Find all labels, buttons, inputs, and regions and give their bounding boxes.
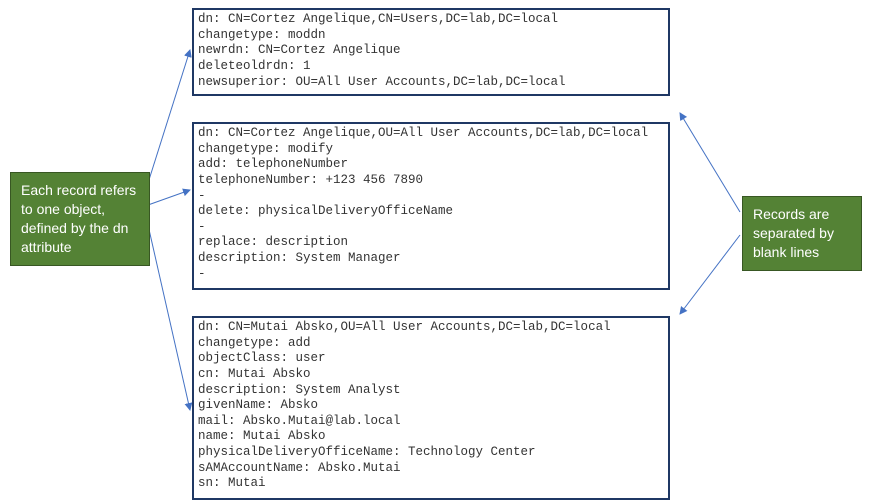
ldif-record-1: dn: CN=Cortez Angelique,CN=Users,DC=lab,… <box>192 8 670 96</box>
ldif-record-2: dn: CN=Cortez Angelique,OU=All User Acco… <box>192 122 670 290</box>
callout-dn-attribute: Each record refers to one object, define… <box>10 172 150 266</box>
callout-blank-lines: Records are separated by blank lines <box>742 196 862 271</box>
ldif-record-3: dn: CN=Mutai Absko,OU=All User Accounts,… <box>192 316 670 500</box>
